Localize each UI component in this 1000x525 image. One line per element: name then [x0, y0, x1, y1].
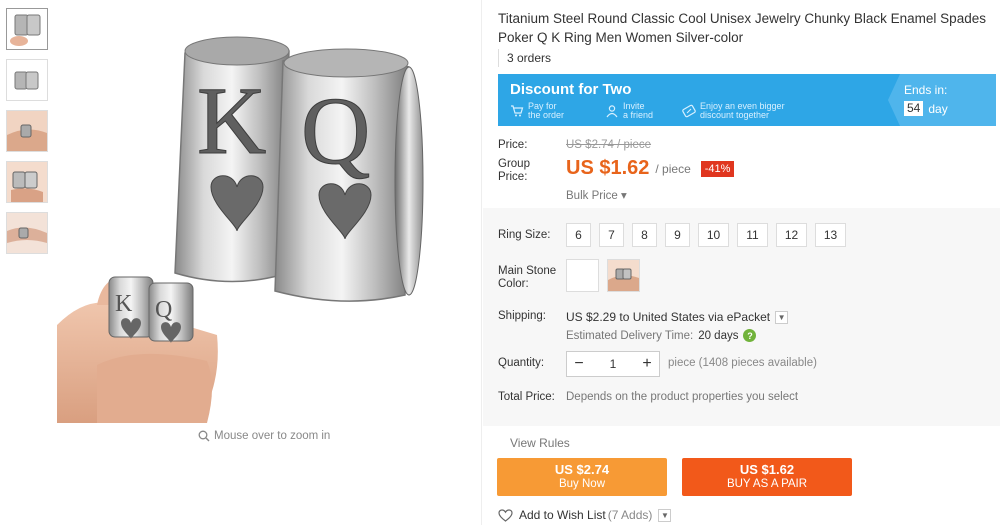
quantity-availability: piece (1408 pieces available) — [668, 357, 817, 369]
main-stone-label: Main Stone Color: — [498, 265, 556, 291]
buy-pair-label: BUY AS A PAIR — [726, 478, 808, 490]
bulk-price-dropdown[interactable]: Bulk Price ▾ — [566, 188, 627, 202]
group-price-amount: US $1.62 — [566, 157, 650, 179]
chevron-down-icon[interactable]: ▼ — [775, 310, 789, 324]
thumbnail-1[interactable] — [6, 8, 48, 50]
main-stone-label-line2: Color: — [498, 278, 529, 290]
cart-icon — [511, 105, 524, 117]
ring-size-options: 6 7 8 9 10 11 12 13 — [566, 223, 846, 247]
magnifier-icon — [198, 430, 210, 442]
shipping-text: US $2.29 to United States via ePacket — [566, 310, 771, 324]
size-option[interactable]: 8 — [632, 223, 657, 247]
thumbnail-4[interactable] — [6, 161, 48, 203]
group-price-label-line2: Price: — [498, 171, 528, 183]
price-unit: / piece — [655, 161, 691, 176]
buy-pair-price: US $1.62 — [739, 462, 795, 477]
original-price: US $2.74 / piece — [566, 139, 652, 151]
size-option[interactable]: 13 — [815, 223, 846, 247]
order-count: 3 orders — [498, 49, 551, 67]
thumbnail-2[interactable] — [6, 59, 48, 101]
hand-thumbnail-image — [7, 213, 47, 253]
buy-now-label: Buy Now — [558, 478, 606, 490]
group-price: US $1.62 / piece -41% — [566, 157, 735, 180]
ring-size-label: Ring Size: — [498, 229, 551, 241]
banner-title: Discount for Two — [510, 81, 632, 98]
wishlist-count: (7 Adds) — [607, 508, 653, 522]
increase-quantity-button[interactable]: + — [635, 352, 659, 376]
stone-swatch-image — [608, 260, 639, 291]
feature-invite: Invite a friend — [605, 102, 653, 120]
delivery-estimate: Estimated Delivery Time: 20 days ? — [566, 329, 757, 342]
buy-as-pair-button[interactable]: US $1.62 BUY AS A PAIR — [682, 458, 852, 496]
feature-invite-line2: a friend — [623, 110, 654, 120]
ring-thumbnail-image — [10, 14, 41, 46]
person-icon — [606, 105, 618, 118]
ring-letter-k: K — [197, 67, 266, 174]
add-to-wishlist[interactable]: Add to Wish List (7 Adds) ▼ — [498, 508, 672, 522]
size-option[interactable]: 11 — [737, 223, 768, 247]
svg-text:Q: Q — [155, 297, 172, 323]
size-option[interactable]: 10 — [698, 223, 729, 247]
group-price-label-line1: Group — [498, 158, 530, 170]
shipping-method[interactable]: US $2.29 to United States via ePacket ▼ — [566, 310, 789, 324]
thumbnail-3[interactable] — [6, 110, 48, 152]
countdown-panel: Ends in: 54 day — [888, 74, 996, 126]
product-title: Titanium Steel Round Classic Cool Unisex… — [498, 11, 986, 45]
main-stone-options — [566, 259, 640, 292]
discount-badge: -41% — [700, 160, 735, 177]
column-divider — [481, 0, 482, 525]
feature-pay-line2: the order — [528, 110, 565, 120]
group-price-label: Group Price: — [498, 158, 530, 184]
countdown-unit: day — [928, 101, 948, 116]
coupon-icon — [682, 104, 696, 118]
buy-now-price: US $2.74 — [554, 462, 610, 477]
wishlist-label: Add to Wish List — [519, 508, 606, 522]
svg-text:K: K — [115, 291, 133, 317]
feature-enjoy-line2: discount together — [700, 110, 770, 120]
countdown: 54 day — [904, 101, 948, 116]
quantity-input[interactable] — [591, 352, 635, 376]
quantity-stepper: − + — [566, 351, 660, 377]
ends-in-label: Ends in: — [904, 83, 948, 97]
thumbnail-list — [6, 8, 50, 263]
delivery-label: Estimated Delivery Time: — [566, 329, 694, 342]
main-stone-label-line1: Main Stone — [498, 265, 557, 277]
size-option[interactable]: 12 — [776, 223, 807, 247]
view-rules-link[interactable]: View Rules — [510, 436, 570, 450]
heart-icon — [498, 508, 513, 522]
total-price-label: Total Price: — [498, 391, 555, 403]
ring-thumbnail-image — [14, 71, 39, 90]
stone-option-image[interactable] — [607, 259, 640, 292]
discount-for-two-banner[interactable]: Discount for Two Pay for the order Invite… — [498, 74, 996, 126]
decrease-quantity-button[interactable]: − — [567, 352, 591, 376]
main-product-image[interactable]: K Q K Q — [57, 5, 477, 425]
thumbnail-5[interactable] — [6, 212, 48, 254]
stone-option-blank[interactable] — [566, 259, 599, 292]
price-label: Price: — [498, 139, 528, 151]
shipping-label: Shipping: — [498, 310, 546, 322]
zoom-hint: Mouse over to zoom in — [198, 430, 330, 442]
hand-thumbnail-image — [7, 162, 47, 202]
feature-pay: Pay for the order — [510, 102, 564, 120]
size-option[interactable]: 6 — [566, 223, 591, 247]
delivery-value: 20 days — [698, 329, 739, 342]
size-option[interactable]: 9 — [665, 223, 690, 247]
total-price-note: Depends on the product properties you se… — [566, 391, 799, 403]
feature-enjoy: Enjoy an even bigger discount together — [682, 102, 785, 120]
countdown-value: 54 — [904, 101, 924, 116]
size-option[interactable]: 7 — [599, 223, 624, 247]
quantity-label: Quantity: — [498, 357, 545, 369]
zoom-hint-text: Mouse over to zoom in — [214, 430, 331, 442]
hand-thumbnail-image — [7, 111, 47, 151]
help-icon[interactable]: ? — [743, 329, 757, 342]
ring-letter-q: Q — [301, 77, 370, 184]
buy-now-button[interactable]: US $2.74 Buy Now — [497, 458, 667, 496]
chevron-down-icon[interactable]: ▼ — [658, 508, 672, 522]
